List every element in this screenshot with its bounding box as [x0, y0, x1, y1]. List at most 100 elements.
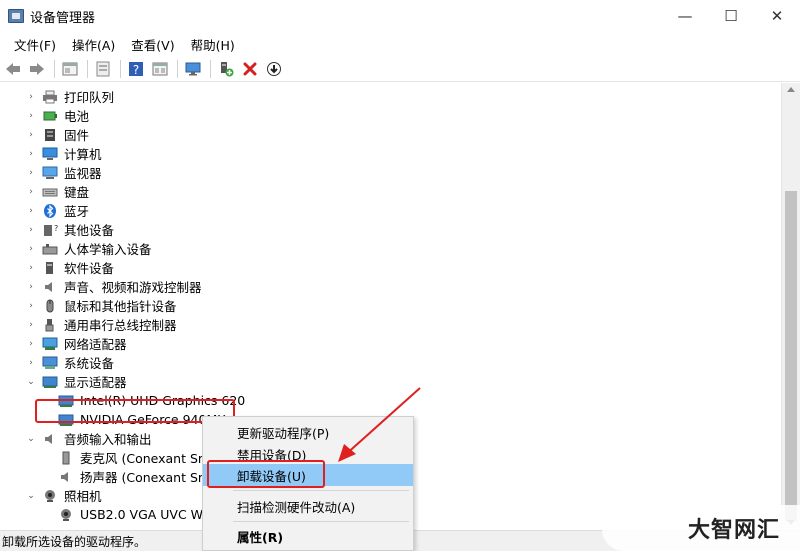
help-icon[interactable]: ?	[125, 58, 147, 80]
tree-item-label: 其他设备	[64, 223, 115, 238]
chevron-right-icon[interactable]: ›	[26, 225, 36, 235]
chevron-right-icon[interactable]: ›	[26, 187, 36, 197]
annotation-box-uninstall	[207, 460, 325, 488]
tree-item-display-adapters[interactable]: ⌄ 显示适配器	[26, 372, 126, 391]
chevron-right-icon[interactable]: ›	[26, 320, 36, 330]
scroll-thumb[interactable]	[785, 191, 797, 521]
tree-item-firmware[interactable]: › 固件	[26, 125, 89, 144]
tree-item-battery[interactable]: › 电池	[26, 106, 89, 125]
tree-item-sound-video-game[interactable]: › 声音、视频和游戏控制器	[26, 277, 201, 296]
chevron-down-icon[interactable]: ⌄	[26, 491, 36, 501]
monitor-icon	[42, 166, 58, 180]
tree-item-bluetooth[interactable]: › 蓝牙	[26, 201, 89, 220]
vertical-scrollbar[interactable]	[781, 83, 800, 529]
network-icon	[42, 337, 58, 351]
watermark-logo: 大智网汇	[602, 505, 800, 551]
close-button[interactable]: ✕	[754, 0, 800, 32]
tree-item-computer[interactable]: › 计算机	[26, 144, 102, 163]
battery-icon	[42, 109, 58, 123]
tree-item-keyboard[interactable]: › 键盘	[26, 182, 89, 201]
tree-item-label: 照相机	[64, 489, 102, 504]
chevron-right-icon[interactable]: ›	[26, 130, 36, 140]
menu-view[interactable]: 查看(V)	[123, 35, 182, 54]
display-adapter-icon	[42, 375, 58, 389]
tree-item-usb-camera[interactable]: USB2.0 VGA UVC We	[42, 505, 210, 524]
toolbar-separator	[177, 59, 178, 78]
chevron-right-icon[interactable]: ›	[26, 149, 36, 159]
download-arrow-icon[interactable]	[263, 58, 285, 80]
ctx-scan-hardware[interactable]: 扫描检测硬件改动(A)	[203, 495, 413, 517]
chevron-right-icon[interactable]: ›	[26, 282, 36, 292]
computer-icon	[42, 147, 58, 161]
tree-item-hid[interactable]: › 人体学输入设备	[26, 239, 152, 258]
tree-item-audio-io[interactable]: ⌄ 音频输入和输出	[26, 429, 151, 448]
device-manager-icon	[8, 9, 24, 23]
chevron-down-icon[interactable]: ⌄	[26, 434, 36, 444]
chevron-right-icon[interactable]: ›	[26, 92, 36, 102]
tree-item-label: 蓝牙	[64, 204, 90, 219]
chevron-right-icon[interactable]: ›	[26, 244, 36, 254]
tree-item-microphone[interactable]: 麦克风 (Conexant Sm	[42, 448, 210, 467]
ctx-properties[interactable]: 属性(R)	[203, 525, 413, 547]
tree-item-print-queue[interactable]: › 打印队列	[26, 87, 114, 106]
tree-item-speaker[interactable]: 扬声器 (Conexant Sm	[42, 467, 210, 486]
tree-item-monitor[interactable]: › 监视器	[26, 163, 102, 182]
chevron-right-icon[interactable]: ›	[26, 358, 36, 368]
tree-item-other-devices[interactable]: › ? 其他设备	[26, 220, 114, 239]
remove-x-icon[interactable]	[239, 58, 261, 80]
title-bar: 设备管理器 — ☐ ✕	[0, 0, 800, 32]
software-device-icon	[42, 261, 58, 275]
tree-item-label: 计算机	[64, 147, 102, 162]
chevron-right-icon[interactable]: ›	[26, 111, 36, 121]
forward-arrow-icon[interactable]	[26, 58, 48, 80]
speaker-icon	[42, 432, 58, 446]
chevron-down-icon[interactable]: ⌄	[26, 377, 36, 387]
keyboard-icon	[42, 185, 58, 199]
tree-item-software-devices[interactable]: › 软件设备	[26, 258, 114, 277]
svg-text:?: ?	[133, 63, 139, 77]
status-text: 卸载所选设备的驱动程序。	[2, 534, 147, 549]
tree-item-label: 网络适配器	[64, 337, 127, 352]
speaker-icon	[58, 470, 74, 484]
tree-item-label: USB2.0 VGA UVC We	[80, 507, 210, 522]
monitor-icon[interactable]	[182, 58, 204, 80]
camera-icon	[58, 508, 74, 522]
tree-item-label: 打印队列	[64, 90, 115, 105]
annotation-arrow-icon	[338, 387, 421, 462]
tree-item-mouse[interactable]: › 鼠标和其他指针设备	[26, 296, 177, 315]
back-arrow-icon[interactable]	[2, 58, 24, 80]
tree-item-system-devices[interactable]: › 系统设备	[26, 353, 114, 372]
update-icon[interactable]	[92, 58, 114, 80]
chevron-right-icon[interactable]: ›	[26, 301, 36, 311]
minimize-button[interactable]: —	[662, 0, 708, 32]
window-title: 设备管理器	[30, 10, 96, 26]
tree-item-usb-controllers[interactable]: › 通用串行总线控制器	[26, 315, 176, 334]
tree-item-label: 固件	[64, 128, 90, 143]
tree-item-camera[interactable]: ⌄ 照相机	[26, 486, 102, 505]
printer-icon	[42, 90, 58, 104]
tree-item-label: 人体学输入设备	[64, 242, 152, 257]
firmware-icon	[42, 128, 58, 142]
add-driver-icon[interactable]	[215, 58, 237, 80]
scroll-up-icon[interactable]	[787, 87, 795, 92]
tree-item-label: 键盘	[64, 185, 90, 200]
chevron-right-icon[interactable]: ›	[26, 339, 36, 349]
menu-action[interactable]: 操作(A)	[64, 35, 123, 54]
mouse-icon	[42, 299, 58, 313]
system-icon	[42, 356, 58, 370]
tree-item-label: 电池	[64, 109, 90, 124]
chevron-right-icon[interactable]: ›	[26, 206, 36, 216]
maximize-button[interactable]: ☐	[708, 0, 754, 32]
toolbar-separator	[210, 59, 211, 78]
properties-icon[interactable]	[59, 58, 81, 80]
toolbar: ?	[0, 56, 800, 82]
microphone-icon	[58, 451, 74, 465]
tree-item-network-adapters[interactable]: › 网络适配器	[26, 334, 127, 353]
view-icon[interactable]	[149, 58, 171, 80]
tree-item-label: 软件设备	[64, 261, 115, 276]
chevron-right-icon[interactable]: ›	[26, 168, 36, 178]
tree-item-label: 系统设备	[64, 356, 115, 371]
chevron-right-icon[interactable]: ›	[26, 263, 36, 273]
menu-file[interactable]: 文件(F)	[6, 35, 64, 54]
menu-help[interactable]: 帮助(H)	[183, 35, 243, 54]
